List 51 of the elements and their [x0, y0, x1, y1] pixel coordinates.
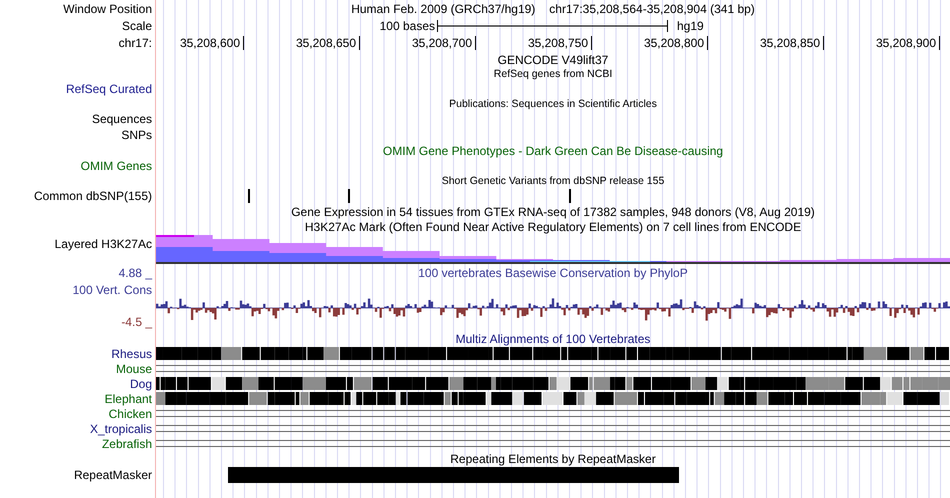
- ruler-label: 35,208,600: [180, 36, 240, 50]
- ruler-label: 35,208,900: [876, 36, 936, 50]
- track-label: OMIM Genes: [80, 159, 152, 173]
- assembly-title: Human Feb. 2009 (GRCh37/hg19): [351, 2, 536, 16]
- track-label: Common dbSNP(155): [34, 189, 152, 203]
- species-label: Elephant: [104, 392, 152, 406]
- scale-text: 100 bases: [380, 19, 435, 33]
- scale-min-label: -4.5 _: [121, 315, 152, 329]
- variant-mark: [569, 189, 571, 203]
- ruler-tick: [243, 36, 244, 50]
- ruler-tick: [359, 36, 360, 50]
- row-label: chr17:: [118, 36, 152, 50]
- assembly-label: hg19: [677, 19, 704, 33]
- track-title: Multiz Alignments of 100 Vertebrates: [456, 332, 650, 346]
- scale-max-label: 4.88 _: [118, 266, 152, 280]
- track-title: 100 vertebrates Basewise Conservation by PhyloP: [418, 266, 688, 280]
- ruler-label: 35,208,800: [644, 36, 704, 50]
- track-title: OMIM Gene Phenotypes - Dark Green Can Be Disease-causing: [382, 144, 724, 158]
- species-label: X_tropicalis: [90, 422, 152, 436]
- variant-mark: [348, 189, 350, 203]
- species-label: Dog: [130, 376, 152, 390]
- track-title: H3K27Ac Mark (Often Found Near Active Regulatory Elements) on 7 cell lines from ENCODE: [304, 220, 802, 234]
- track-title: Short Genetic Variants from dbSNP release 155: [442, 174, 664, 188]
- track-label: RepeatMasker: [74, 468, 152, 482]
- ruler-label: 35,208,750: [528, 36, 588, 50]
- species-label: Rhesus: [111, 346, 152, 360]
- track-title: Repeating Elements by RepeatMasker: [450, 452, 656, 466]
- ruler-label: 35,208,700: [412, 36, 472, 50]
- track-label: 100 Vert. Cons: [72, 283, 152, 297]
- track-label: RefSeq Curated: [66, 82, 152, 96]
- track-label: SNPs: [121, 128, 152, 142]
- species-label: Mouse: [116, 362, 152, 376]
- ruler-tick: [591, 36, 592, 50]
- ruler-tick: [939, 36, 940, 50]
- track-title: RefSeq genes from NCBI: [494, 67, 612, 81]
- ruler-tick: [707, 36, 708, 50]
- track-title: GENCODE V49lift37: [498, 52, 608, 66]
- track-label: Sequences: [92, 112, 152, 126]
- ruler-label: 35,208,850: [760, 36, 820, 50]
- track-label: Layered H3K27Ac: [54, 237, 152, 251]
- ruler-label: 35,208,650: [296, 36, 356, 50]
- ruler-tick: [475, 36, 476, 50]
- ruler-tick: [823, 36, 824, 50]
- track-title: Gene Expression in 54 tissues from GTEx RNA-seq of 17382 samples, 948 donors (V8, Aug 2019): [291, 204, 815, 218]
- row-label: Scale: [122, 18, 152, 32]
- variant-mark: [248, 189, 250, 203]
- species-label: Chicken: [108, 406, 152, 420]
- track-title: Publications: Sequences in Scientific Articles: [449, 97, 657, 111]
- species-label: Zebrafish: [102, 436, 152, 450]
- row-label: Window Position: [63, 2, 152, 16]
- position-text: chr17:35,208,564-35,208,904 (341 bp): [549, 2, 755, 16]
